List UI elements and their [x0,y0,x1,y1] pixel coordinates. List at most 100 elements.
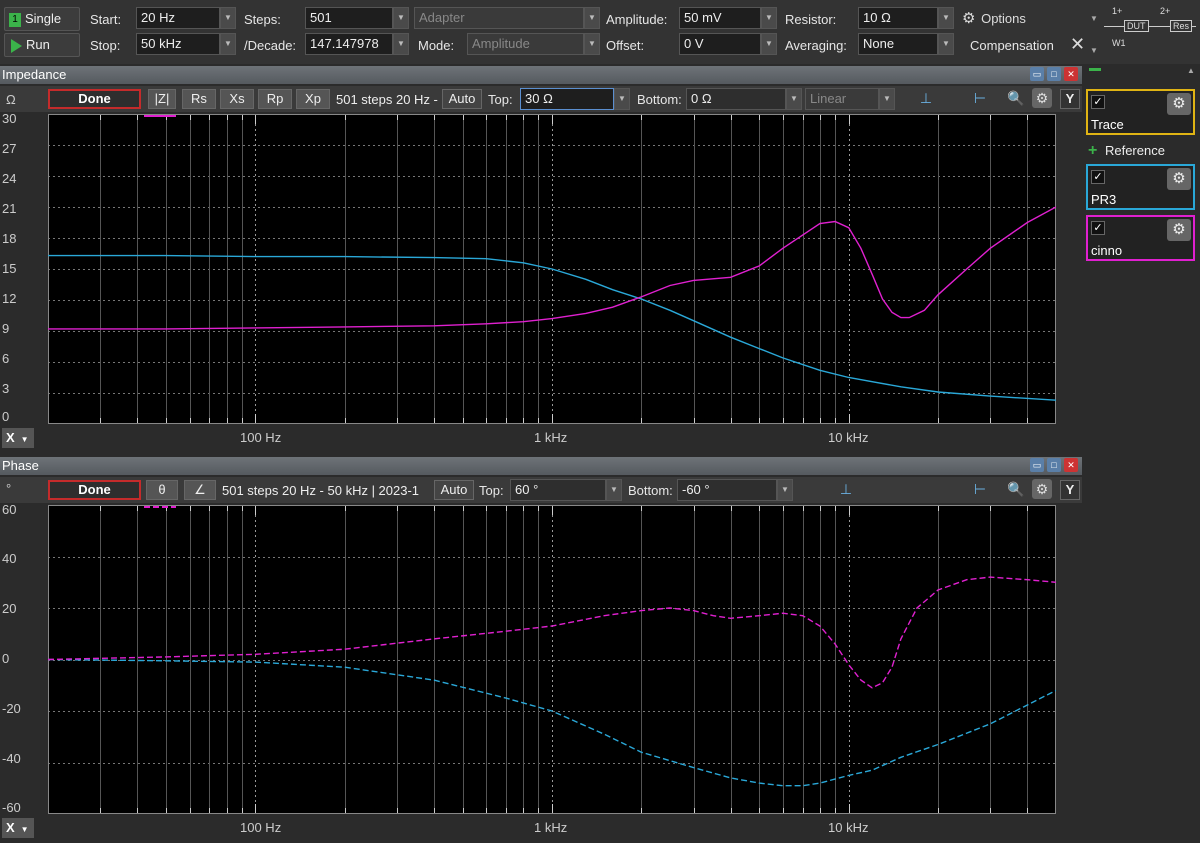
steps-label: Steps: [244,12,281,27]
options-button[interactable]: ⚙ Options [962,10,1026,28]
toolbar-chevron-2-icon[interactable]: ▼ [1090,46,1098,55]
collapse-icon[interactable] [1089,68,1101,71]
impedance-ytick: 27 [2,141,17,156]
impedance-toolbar: Ω Done |Z| Rs Xs Rp Xp 501 steps 20 Hz -… [0,86,1082,112]
impedance-scale-dropdown[interactable]: ▼ [879,88,895,110]
impedance-cursor-icon[interactable]: ⊥ [916,88,936,108]
toolbar-chevron-icon[interactable]: ▼ [1090,14,1098,23]
phase-x-button[interactable]: X ▼ [2,818,34,838]
impedance-info: 501 steps 20 Hz - 50 kHz | 2023-1 [336,92,440,107]
cinno-checkbox[interactable]: ✓ [1091,221,1105,235]
impedance-chart [48,114,1056,424]
phase-settings-icon[interactable]: ⚙ [1032,479,1052,499]
impedance-bottom-label: Bottom: [637,92,682,107]
reference-card-pr3[interactable]: ✓ ⚙ PR3 [1086,164,1195,210]
phase-done-button[interactable]: Done [48,480,141,500]
cinno-gear-icon[interactable]: ⚙ [1167,219,1191,241]
amplitude-dropdown[interactable]: ▼ [761,7,777,29]
trace-checkbox[interactable]: ✓ [1091,95,1105,109]
offset-field[interactable]: 0 V [679,33,761,55]
offset-dropdown[interactable]: ▼ [761,33,777,55]
impedance-zoom-icon[interactable]: 🔍 [1006,88,1026,108]
phase-x-label: X [6,820,15,835]
pr3-gear-icon[interactable]: ⚙ [1167,168,1191,190]
steps-dropdown[interactable]: ▼ [393,7,409,29]
run-button[interactable]: Run [4,33,80,57]
impedance-done-button[interactable]: Done [48,89,141,109]
impedance-xs-button[interactable]: Xs [220,89,254,109]
phase-top-dropdown[interactable]: ▼ [606,479,622,501]
plus-icon: + [1088,142,1098,159]
phase-plot-area[interactable] [48,505,1056,814]
adapter-select[interactable]: Adapter [414,7,584,29]
phase-top-field[interactable]: 60 ° [510,479,606,501]
stop-field[interactable]: 50 kHz [136,33,220,55]
impedance-settings-icon[interactable]: ⚙ [1032,88,1052,108]
restore-icon[interactable]: ▭ [1030,67,1044,81]
close-icon[interactable]: ✕ [1064,67,1078,81]
resistor-dropdown[interactable]: ▼ [938,7,954,29]
pr3-checkbox[interactable]: ✓ [1091,170,1105,184]
start-dropdown[interactable]: ▼ [220,7,236,29]
mode-dropdown[interactable]: ▼ [584,33,600,55]
mode-select[interactable]: Amplitude [467,33,584,55]
impedance-scale-select[interactable]: Linear [805,88,879,110]
phase-cursor-2-icon[interactable]: ⊢ [970,479,990,499]
reference-card-cinno[interactable]: ✓ ⚙ cinno [1086,215,1195,261]
impedance-auto-button[interactable]: Auto [442,89,482,109]
circuit-diagram[interactable]: 1+ 2+ DUT Res W1 [1100,6,1198,54]
stop-dropdown[interactable]: ▼ [220,33,236,55]
phase-ytick: -40 [2,751,21,766]
phase-ytick: 0 [2,651,10,666]
phase-y-button[interactable]: Y [1060,480,1080,500]
wrench-icon[interactable]: ✕ [1070,34,1085,55]
impedance-cursor-2-icon[interactable]: ⊢ [970,88,990,108]
impedance-top-dropdown[interactable]: ▼ [614,88,630,110]
impedance-x-button[interactable]: X ▼ [2,428,34,448]
impedance-z-button[interactable]: |Z| [148,89,176,109]
amplitude-field[interactable]: 50 mV [679,7,761,29]
phase-zoom-icon[interactable]: 🔍 [1006,479,1026,499]
steps-field[interactable]: 501 [305,7,393,29]
impedance-ytick: 3 [2,381,10,396]
single-button[interactable]: 1 Single [4,7,80,31]
phase-bottom-field[interactable]: -60 ° [677,479,777,501]
impedance-bottom-field[interactable]: 0 Ω [686,88,786,110]
impedance-ytick: 18 [2,231,17,246]
decade-field[interactable]: 147.147978 [305,33,393,55]
restore-icon[interactable]: ▭ [1030,458,1044,472]
maximize-icon[interactable]: □ [1047,458,1061,472]
decade-dropdown[interactable]: ▼ [393,33,409,55]
phase-angle-button[interactable]: ∠ [184,480,216,500]
impedance-top-field[interactable]: 30 Ω [520,88,614,110]
impedance-rp-button[interactable]: Rp [258,89,292,109]
impedance-top-label: Top: [488,92,513,107]
circuit-dut: DUT [1124,20,1149,32]
averaging-dropdown[interactable]: ▼ [938,33,954,55]
impedance-plot-area[interactable] [48,114,1056,424]
resistor-select[interactable]: 10 Ω [858,7,938,29]
sidebar-scroll-up-icon[interactable]: ▲ [1187,66,1195,75]
phase-ytick: 20 [2,601,17,616]
chevron-down-icon: ▼ [20,435,29,444]
averaging-select[interactable]: None [858,33,938,55]
impedance-bottom-dropdown[interactable]: ▼ [786,88,802,110]
compensation-label[interactable]: Compensation [970,38,1054,53]
impedance-panel-header: Impedance ▭ □ ✕ [0,66,1082,84]
phase-cursor-icon[interactable]: ⊥ [836,479,856,499]
trace-gear-icon[interactable]: ⚙ [1167,93,1191,115]
phase-ytick: 40 [2,551,17,566]
add-reference-button[interactable]: + Reference [1088,142,1165,160]
impedance-y-button[interactable]: Y [1060,89,1080,109]
start-field[interactable]: 20 Hz [136,7,220,29]
close-icon[interactable]: ✕ [1064,458,1078,472]
impedance-xp-button[interactable]: Xp [296,89,330,109]
trace-card[interactable]: ✓ ⚙ Trace [1086,89,1195,135]
phase-auto-button[interactable]: Auto [434,480,474,500]
phase-theta-button[interactable]: θ [146,480,178,500]
phase-bottom-dropdown[interactable]: ▼ [777,479,793,501]
adapter-dropdown[interactable]: ▼ [584,7,600,29]
options-label: Options [981,11,1026,26]
impedance-rs-button[interactable]: Rs [182,89,216,109]
maximize-icon[interactable]: □ [1047,67,1061,81]
